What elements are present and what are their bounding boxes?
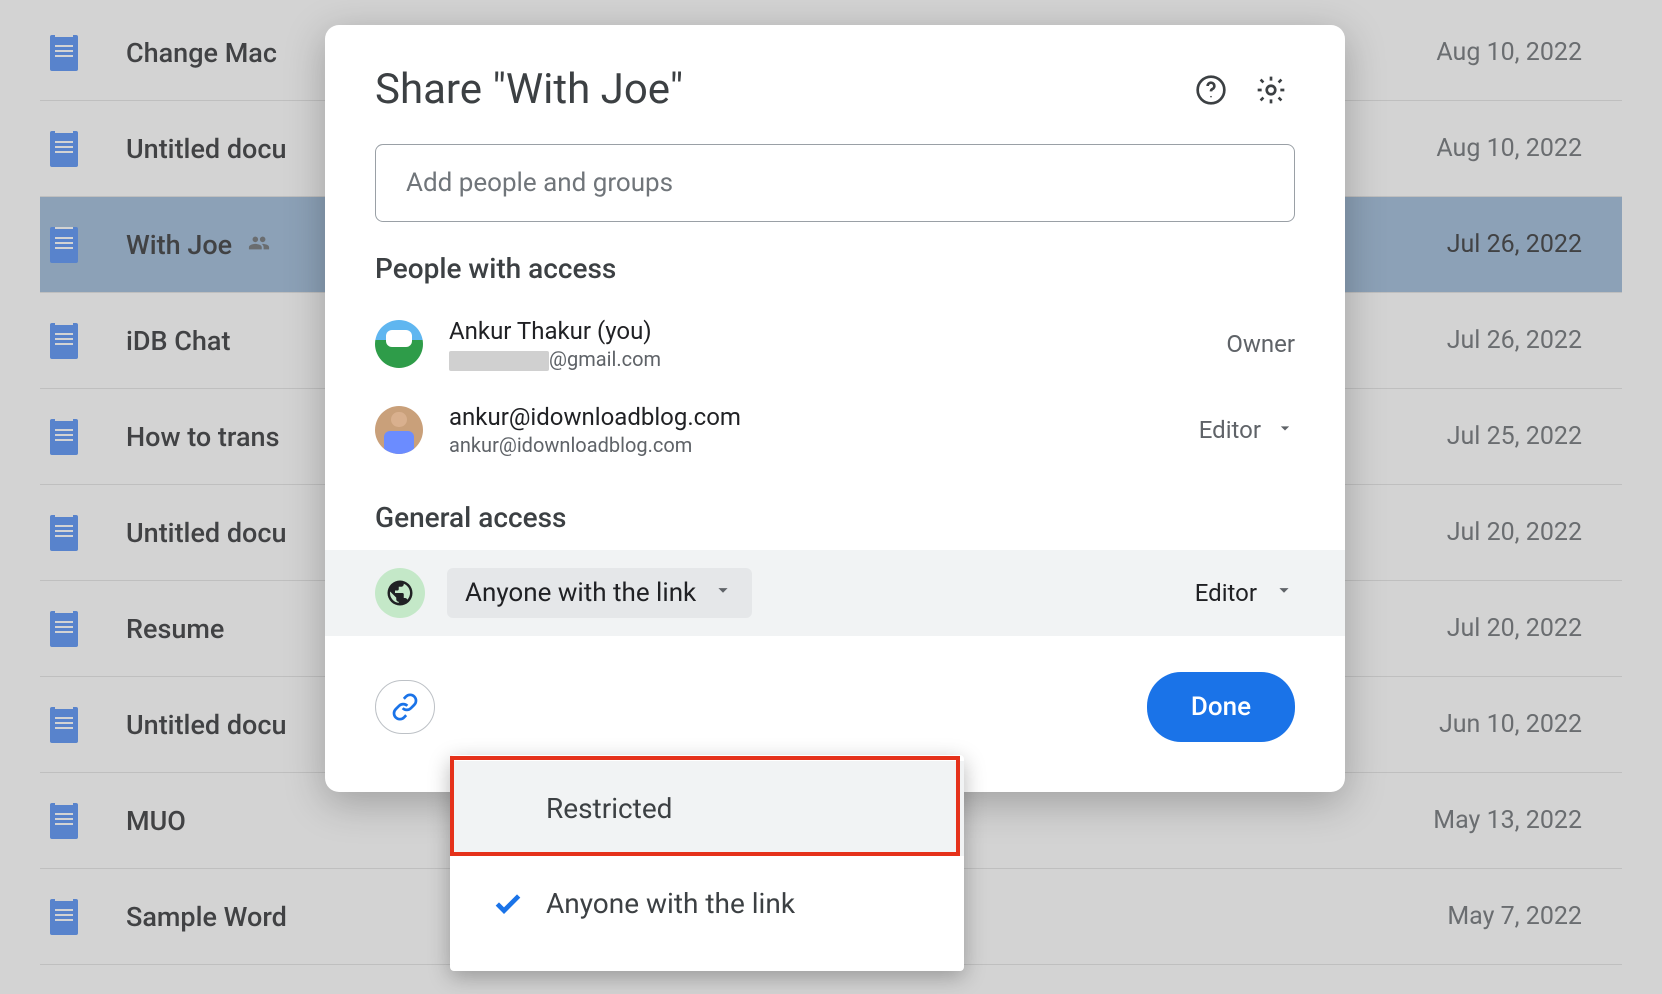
docs-icon [50, 419, 78, 455]
person-email: @gmail.com [449, 347, 1226, 371]
docs-icon [50, 515, 78, 551]
file-date: Jul 25, 2022 [1447, 422, 1582, 451]
gear-icon[interactable] [1247, 66, 1295, 114]
add-people-field[interactable] [406, 168, 1264, 198]
person-name: Ankur Thakur (you) [449, 317, 1226, 345]
docs-icon [50, 131, 78, 167]
docs-icon [50, 707, 78, 743]
chevron-down-icon [712, 578, 734, 608]
general-access-header: General access [325, 473, 1345, 550]
copy-link-button[interactable] [375, 680, 435, 734]
file-date: Jul 20, 2022 [1447, 614, 1582, 643]
docs-icon [50, 803, 78, 839]
chevron-down-icon [1273, 579, 1295, 607]
general-access-menu: Restricted Anyone with the link [450, 755, 964, 971]
shared-icon [244, 229, 274, 261]
person-role-dropdown[interactable]: Editor [1199, 416, 1295, 444]
person-email: ankur@idownloadblog.com [449, 433, 1199, 457]
general-access-dropdown[interactable]: Anyone with the link [447, 568, 752, 618]
docs-icon [50, 899, 78, 935]
add-people-input[interactable] [375, 144, 1295, 222]
general-access-row: Anyone with the link Editor [325, 550, 1345, 636]
chevron-down-icon [1275, 416, 1295, 444]
file-date: Jul 20, 2022 [1447, 518, 1582, 547]
general-access-role-dropdown[interactable]: Editor [1195, 579, 1295, 607]
done-button[interactable]: Done [1147, 672, 1295, 742]
menu-item-restricted[interactable]: Restricted [450, 761, 964, 856]
file-date: May 7, 2022 [1447, 902, 1582, 931]
dialog-title: Share "With Joe" [375, 65, 1175, 114]
person-row-editor: ankur@idownloadblog.com ankur@idownloadb… [325, 387, 1345, 473]
help-icon[interactable] [1187, 66, 1235, 114]
person-name: ankur@idownloadblog.com [449, 403, 1199, 431]
docs-icon [50, 611, 78, 647]
person-row-owner: Ankur Thakur (you) @gmail.com Owner [325, 301, 1345, 387]
person-role-owner: Owner [1226, 330, 1295, 358]
file-date: May 13, 2022 [1433, 806, 1582, 835]
file-date: Jun 10, 2022 [1439, 710, 1582, 739]
check-icon [486, 888, 530, 920]
share-dialog: Share "With Joe" People with access Anku… [325, 25, 1345, 792]
docs-icon [50, 227, 78, 263]
file-date: Jul 26, 2022 [1447, 326, 1582, 355]
file-date: Aug 10, 2022 [1436, 38, 1582, 67]
globe-icon [375, 568, 425, 618]
avatar [375, 320, 423, 368]
file-date: Aug 10, 2022 [1436, 134, 1582, 163]
avatar [375, 406, 423, 454]
menu-item-anyone-with-link[interactable]: Anyone with the link [450, 856, 964, 951]
docs-icon [50, 323, 78, 359]
file-date: Jul 26, 2022 [1447, 230, 1582, 259]
people-with-access-header: People with access [325, 252, 1345, 301]
docs-icon [50, 35, 78, 71]
